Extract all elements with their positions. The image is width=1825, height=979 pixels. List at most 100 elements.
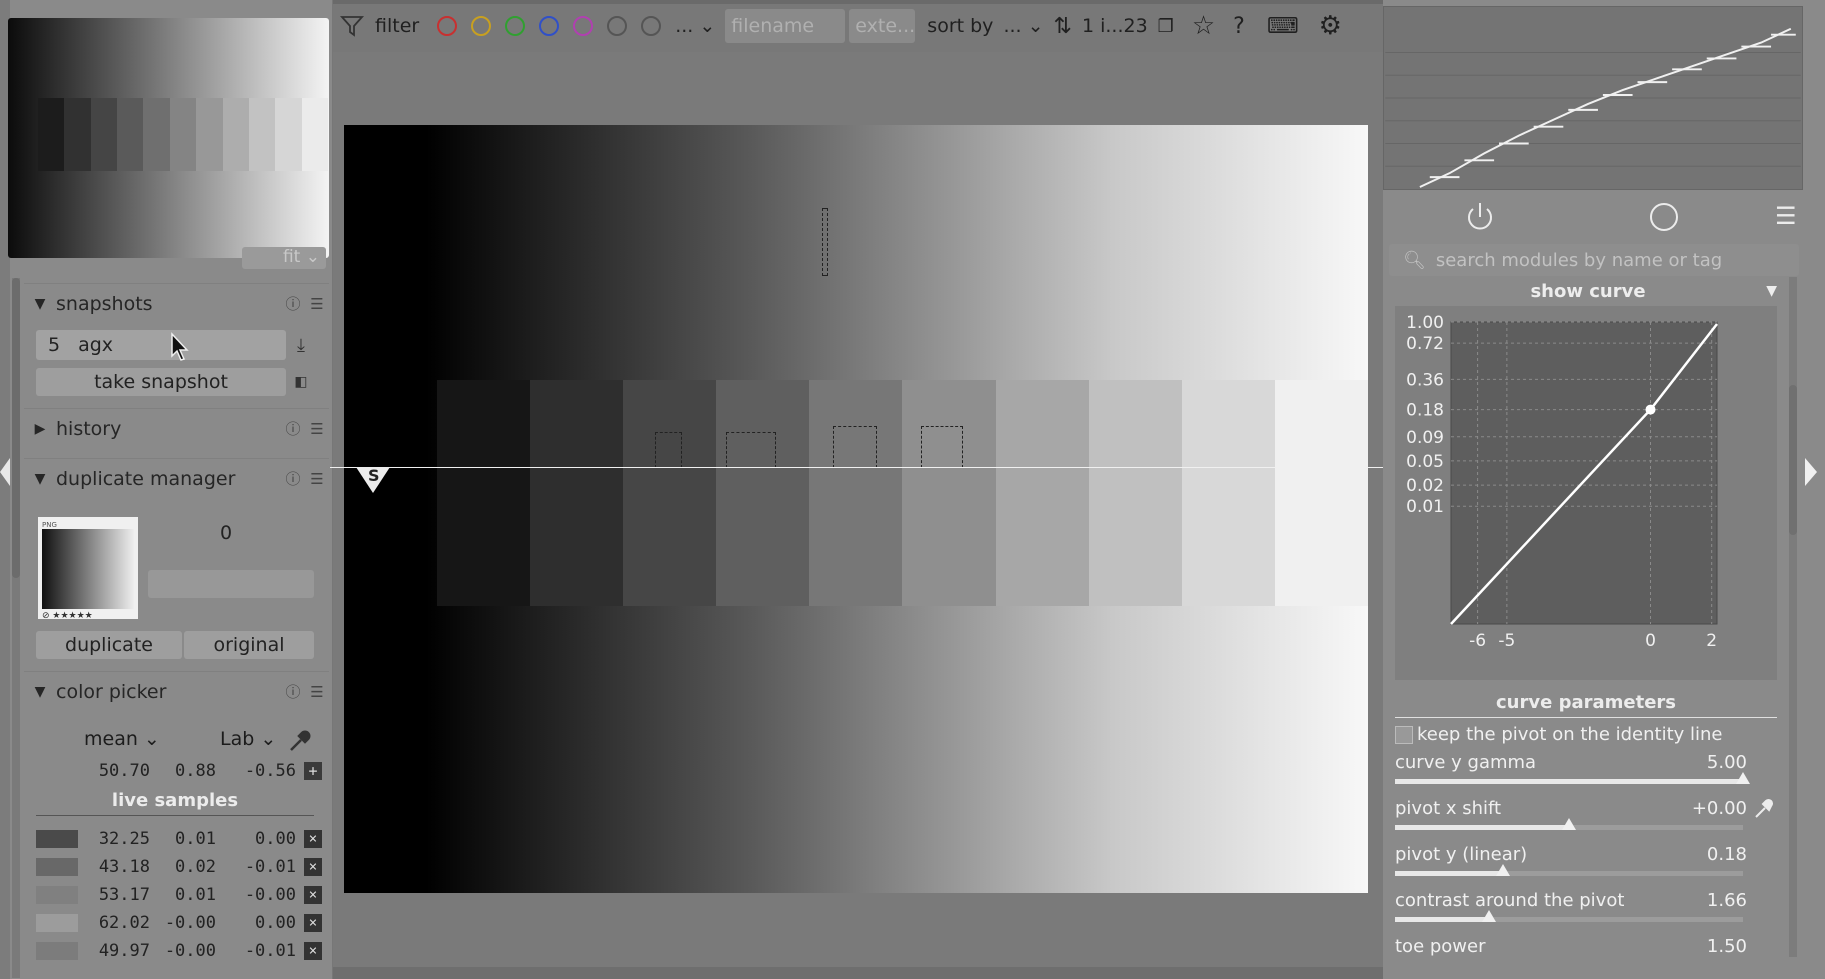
slider-handle[interactable] [1481,910,1496,922]
info-icon[interactable]: ⓘ [281,681,305,702]
module-header-history[interactable]: ▶ history ⓘ ☰ [24,408,329,448]
collapse-right-icon[interactable] [1805,458,1817,486]
right-scrollbar[interactable] [1789,277,1797,957]
duplicate-name-field[interactable] [148,570,314,598]
remove-sample-icon[interactable]: × [304,886,322,904]
split-compare-icon[interactable]: ◧ [287,368,315,396]
colorspace-dropdown[interactable]: Lab ⌄ [220,728,276,750]
search-icon: 🔍︎ [1403,249,1426,271]
snapshot-entry[interactable]: 5 agx [36,330,286,360]
sample-l: 50.70 [98,761,150,781]
right-scrollbar-thumb[interactable] [1789,385,1797,535]
restore-snapshot-icon[interactable]: ⤓ [287,331,315,359]
grouping-icon[interactable]: ❐ [1158,16,1174,37]
extension-input[interactable]: exte... [849,9,916,43]
param-value: 1.50 [1706,936,1747,957]
gray-label-icon[interactable] [607,16,628,36]
keyboard-icon[interactable]: ⌨ [1267,14,1299,39]
sort-order-icon[interactable]: ⇅ [1054,14,1072,39]
power-icon[interactable] [1463,200,1497,234]
green-label-icon[interactable] [505,16,526,36]
module-search-input[interactable]: 🔍︎ search modules by name or tag [1389,244,1799,276]
label-operator-icon[interactable] [641,16,662,36]
param-row[interactable]: pivot y (linear) 0.18 [1395,844,1747,865]
module-header-duplicate-manager[interactable]: ▼ duplicate manager ⓘ ☰ [24,458,329,498]
remove-sample-icon[interactable]: × [304,830,322,848]
remove-sample-icon[interactable]: × [304,942,322,960]
sort-dropdown[interactable]: ... ⌄ [1003,15,1043,37]
slider-handle[interactable] [1495,864,1510,876]
gear-icon[interactable]: ⚙ [1319,11,1342,41]
snapshot-split-line[interactable] [330,467,1385,468]
module-header-snapshots[interactable]: ▼ snapshots ⓘ ☰ [24,283,329,323]
checkbox-box[interactable] [1395,726,1413,744]
red-label-icon[interactable] [437,16,458,36]
collapse-triangle-icon[interactable]: ▼ [1766,283,1777,299]
param-row[interactable]: toe power 1.50 [1395,936,1747,957]
param-slider[interactable] [1395,779,1743,784]
param-row[interactable]: contrast around the pivot 1.66 [1395,890,1747,911]
module-presets-menu-icon[interactable]: ☰ [1775,202,1797,230]
original-button[interactable]: original [184,631,314,659]
remove-sample-icon[interactable]: × [304,914,322,932]
histogram-waveform[interactable] [1383,6,1803,190]
star-icon[interactable]: ☆ [1192,11,1215,41]
param-label: pivot y (linear) [1395,844,1528,865]
live-sample-row[interactable]: 49.97 -0.00 -0.01 × [36,938,322,964]
slider-handle[interactable] [1736,772,1750,784]
info-icon[interactable]: ⓘ [281,418,305,439]
duplicate-thumbnail[interactable]: PNG ⊘ ★★★★★ [38,517,138,621]
take-snapshot-button[interactable]: take snapshot [36,368,286,396]
live-sample-row[interactable]: 53.17 0.01 -0.00 × [36,882,322,908]
live-sample-row[interactable]: 62.02 -0.00 0.00 × [36,910,322,936]
curve-parameters-title: curve parameters [1395,692,1777,718]
pivot-picker-icon[interactable] [1753,796,1777,820]
eyedropper-icon[interactable] [287,728,313,754]
picker-area-3[interactable] [726,432,776,468]
presets-menu-icon[interactable]: ☰ [305,420,329,438]
rating-dropdown[interactable]: ... ⌄ [675,15,715,37]
left-scrollbar-thumb[interactable] [12,278,20,578]
param-row[interactable]: pivot x shift +0.00 [1395,798,1747,819]
blue-label-icon[interactable] [539,16,560,36]
grey-step [143,98,170,171]
add-sample-icon[interactable]: + [304,762,322,780]
filter-icon[interactable] [339,13,365,39]
param-row[interactable]: curve y gamma 5.00 [1395,752,1747,773]
slider-handle[interactable] [1562,818,1576,830]
collapse-left-icon[interactable] [0,458,10,486]
yellow-label-icon[interactable] [471,16,492,36]
show-curve-header[interactable]: show curve ▼ [1395,276,1781,306]
live-sample-row[interactable]: 32.25 0.01 0.00 × [36,826,322,852]
curve-graph[interactable]: 1.000.72 0.36 0.18 0.09 0.05 0.020.01 -6 -5 0 2 [1395,306,1777,680]
presets-menu-icon[interactable]: ☰ [305,470,329,488]
active-modules-circle-icon[interactable] [1648,201,1680,233]
sample-value: -0.00 [164,913,216,933]
keep-pivot-checkbox[interactable]: keep the pivot on the identity line [1395,724,1723,745]
sample-value: 62.02 [98,913,150,933]
param-slider[interactable] [1395,917,1743,922]
live-sample-row[interactable]: 43.18 0.02 -0.01 × [36,854,322,880]
purple-label-icon[interactable] [573,16,594,36]
picker-area-2[interactable] [655,432,682,468]
info-icon[interactable]: ⓘ [281,468,305,489]
duplicate-button[interactable]: duplicate [36,631,182,659]
param-label: contrast around the pivot [1395,890,1625,911]
statistic-dropdown[interactable]: mean ⌄ [84,728,160,750]
presets-menu-icon[interactable]: ☰ [305,295,329,313]
info-icon[interactable]: ⓘ [281,293,305,314]
zoom-dropdown[interactable]: fit ⌄ [242,247,326,269]
x-tick-label: -5 [1498,631,1515,651]
module-header-color-picker[interactable]: ▼ color picker ⓘ ☰ [24,671,329,711]
navigation-thumbnail[interactable] [8,18,329,258]
grey-step [117,98,144,171]
presets-menu-icon[interactable]: ☰ [305,683,329,701]
help-icon[interactable]: ? [1233,14,1245,39]
picker-area-5[interactable] [921,426,963,468]
filename-input[interactable]: filename [725,9,846,43]
param-slider[interactable] [1395,871,1743,876]
remove-sample-icon[interactable]: × [304,858,322,876]
picker-area-1[interactable] [822,208,828,276]
picker-area-4[interactable] [833,426,877,468]
rating-stars[interactable]: ⊘ ★★★★★ [42,611,134,621]
